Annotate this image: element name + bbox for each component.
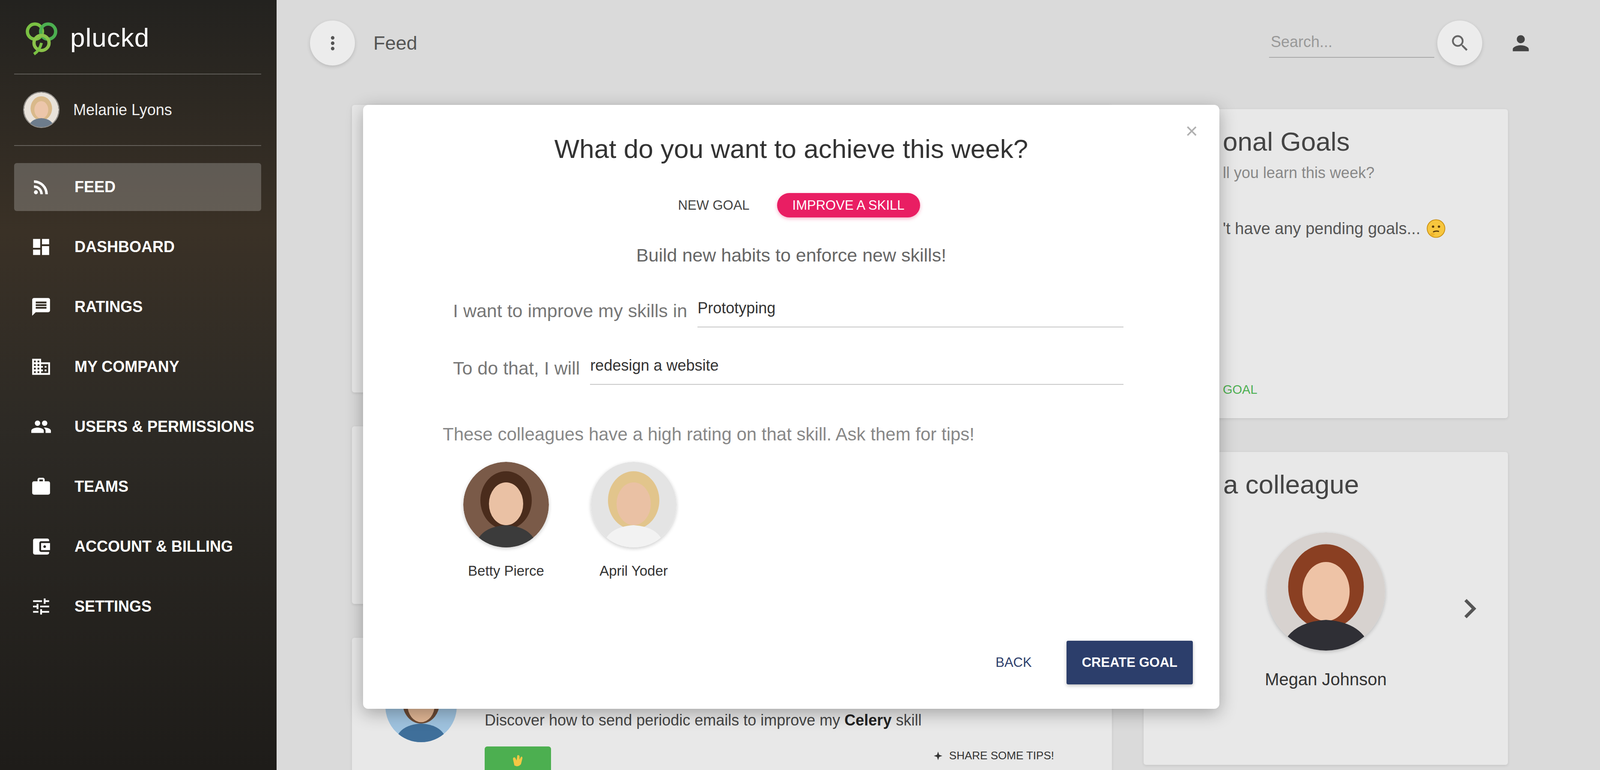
colleague-name: April Yoder (599, 563, 668, 580)
colleague-photo-icon[interactable] (1266, 532, 1386, 651)
more-button[interactable] (309, 20, 355, 66)
share-tips-button[interactable]: SHARE SOME TIPS! (932, 746, 1055, 763)
colleague-name: Betty Pierce (467, 563, 545, 580)
sidebar-item[interactable]: RATINGS (14, 283, 262, 331)
goals-title: onal Goals (1222, 126, 1496, 157)
user-avatar-icon (23, 91, 60, 129)
sidebar-item-label: DASHBOARD (74, 238, 175, 257)
next-button[interactable] (1385, 555, 1509, 629)
dialog-subtitle: Build new habits to enforce new skills! (389, 244, 1193, 266)
person-icon[interactable] (1508, 31, 1533, 56)
tab-bar: NEW GOAL IMPROVE A SKILL (363, 193, 1193, 218)
sidebar-item[interactable]: MY COMPANY (14, 342, 262, 391)
building-icon (30, 356, 52, 378)
people-icon (30, 416, 52, 438)
colleague-item[interactable]: Betty Pierce (452, 461, 560, 580)
text-input[interactable]: redesign a website (589, 351, 1124, 385)
goals-empty-message: 't have any pending goals... (1222, 218, 1496, 239)
user-profile[interactable]: Melanie Lyons (14, 74, 262, 146)
dashboard-icon (30, 236, 52, 258)
field-label: To do that, I will (452, 357, 580, 385)
magnifier-icon (1449, 32, 1471, 54)
tab[interactable]: IMPROVE A SKILL (777, 193, 921, 218)
logo-text: pluckd (70, 22, 150, 53)
search-placeholder: Search... (1270, 32, 1333, 51)
sliders-icon (30, 595, 52, 618)
logo[interactable]: pluckd (14, 0, 262, 74)
sidebar-item[interactable]: TEAMS (14, 462, 262, 511)
colleagues-hint: These colleagues have a high rating on t… (442, 424, 1193, 445)
post-skill: Celery (844, 711, 892, 730)
form-fields: I want to improve my skills in Prototypin… (363, 294, 1193, 385)
clap-icon (510, 752, 526, 768)
sidebar-menu: FEED DASHBOARD RATINGS MY COMPANY USERS & PE… (14, 163, 262, 631)
sidebar-item[interactable]: FEED (14, 163, 262, 212)
sidebar-item[interactable]: DASHBOARD (14, 223, 262, 272)
wallet-icon (30, 536, 52, 558)
colleague-item[interactable]: April Yoder (580, 461, 688, 580)
search-input[interactable]: Search... (1269, 28, 1435, 58)
sidebar-item-label: SETTINGS (74, 597, 152, 616)
app-screen: pluckd Melanie Lyons FEED DASHBOARD RATINGS M… (0, 0, 1600, 770)
sidebar-item[interactable]: USERS & PERMISSIONS (14, 402, 262, 451)
dialog-title: What do you want to achieve this week? (389, 133, 1193, 165)
sidebar-item-label: FEED (74, 178, 116, 197)
form-row: To do that, I will redesign a website (452, 351, 1124, 385)
colleague-avatar-icon (463, 461, 549, 548)
sparkle-icon (932, 750, 944, 762)
applause-button[interactable] (484, 746, 552, 770)
sidebar-item-label: USERS & PERMISSIONS (74, 417, 255, 436)
close-button[interactable]: × (1185, 120, 1198, 142)
user-name: Melanie Lyons (73, 101, 173, 120)
briefcase-icon (30, 476, 52, 498)
sidebar-item-label: TEAMS (74, 477, 129, 496)
search-button[interactable] (1437, 20, 1483, 66)
sidebar: pluckd Melanie Lyons FEED DASHBOARD RATINGS M… (0, 0, 277, 770)
sidebar-item[interactable]: SETTINGS (14, 582, 262, 631)
more-vertical-icon (321, 32, 344, 54)
goal-dialog: ×What do you want to achieve this week? N… (363, 104, 1220, 710)
colleague-avatar-icon (590, 461, 677, 548)
sidebar-item-label: RATINGS (74, 297, 143, 316)
goals-empty-text: 't have any pending goals... (1222, 219, 1421, 239)
sidebar-item-label: MY COMPANY (74, 357, 180, 376)
thinking-face-icon (1426, 218, 1446, 239)
create-goal-button[interactable]: CREATE GOAL (1066, 640, 1193, 685)
chevron-right-icon (1450, 589, 1490, 629)
colleague-list: Betty Pierce April Yoder (452, 461, 1193, 580)
share-tips-label: SHARE SOME TIPS! (949, 749, 1055, 763)
rss-icon (30, 176, 52, 198)
top-bar-row: Feed Search... (309, 20, 1533, 66)
top-bar: Feed Search... (276, 0, 1600, 105)
clover-logo-icon (22, 18, 61, 57)
page-title: Feed (373, 32, 418, 55)
divider (14, 73, 262, 75)
post-actions: SHARE SOME TIPS! (484, 746, 1055, 770)
sidebar-item-label: ACCOUNT & BILLING (74, 537, 233, 556)
text-input[interactable]: Prototyping (697, 294, 1124, 328)
back-button[interactable]: BACK (980, 640, 1047, 685)
divider (14, 145, 262, 146)
chat-icon (30, 296, 52, 318)
tab[interactable]: NEW GOAL (662, 193, 766, 218)
sidebar-item[interactable]: ACCOUNT & BILLING (14, 522, 262, 571)
goals-subtitle: ll you learn this week? (1222, 163, 1496, 182)
post-text: Discover how to send periodic emails to … (484, 711, 1055, 730)
form-row: I want to improve my skills in Prototypin… (452, 294, 1124, 328)
field-label: I want to improve my skills in (452, 300, 688, 328)
dialog-actions: BACK CREATE GOAL (363, 640, 1193, 685)
add-goal-link[interactable]: GOAL (1222, 382, 1496, 397)
